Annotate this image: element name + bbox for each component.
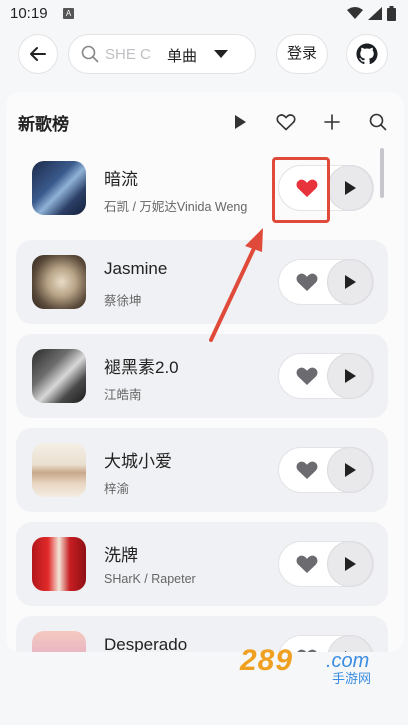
- status-time: 10:19: [10, 5, 48, 22]
- chart-actions: [228, 110, 390, 134]
- song-controls: [278, 353, 374, 399]
- play-icon: [345, 181, 356, 195]
- play-icon: [345, 275, 356, 289]
- search-chart-button[interactable]: [366, 110, 390, 134]
- top-bar: SHE C 单曲 登录: [0, 34, 408, 74]
- highlight-annotation: [272, 157, 330, 223]
- play-button[interactable]: [327, 541, 373, 587]
- album-cover: [32, 537, 86, 591]
- album-cover: [32, 349, 86, 403]
- song-item[interactable]: 洗牌 SHarK / Rapeter: [16, 522, 388, 606]
- arrow-left-icon: [30, 47, 46, 61]
- song-title: 褪黑素2.0: [104, 358, 179, 377]
- notification-badge: A: [63, 8, 74, 19]
- battery-icon: [387, 6, 396, 21]
- search-bar[interactable]: SHE C 单曲: [68, 34, 256, 74]
- wifi-icon: [347, 7, 363, 19]
- album-cover: [32, 443, 86, 497]
- search-type-select[interactable]: 单曲: [167, 45, 197, 66]
- play-button[interactable]: [327, 259, 373, 305]
- play-button[interactable]: [327, 165, 373, 211]
- play-all-button[interactable]: [228, 110, 252, 134]
- song-artist: 江皓南: [104, 388, 142, 402]
- song-controls: [278, 541, 374, 587]
- album-cover: [32, 255, 86, 309]
- github-icon: [356, 43, 378, 65]
- add-button[interactable]: [320, 110, 344, 134]
- heart-icon[interactable]: [295, 271, 319, 293]
- album-cover: [32, 161, 86, 215]
- song-artist: SHarK / Rapeter: [104, 572, 196, 586]
- song-title: 暗流: [104, 170, 138, 189]
- play-icon: [345, 557, 356, 571]
- heart-icon[interactable]: [295, 365, 319, 387]
- song-item[interactable]: Jasmine 蔡徐坤: [16, 240, 388, 324]
- song-title: Jasmine: [104, 259, 168, 278]
- signal-icon: [368, 7, 382, 20]
- heart-icon[interactable]: [295, 459, 319, 481]
- song-controls: [278, 447, 374, 493]
- album-cover: [32, 631, 86, 652]
- play-icon: [345, 463, 356, 477]
- chevron-down-icon[interactable]: [213, 48, 229, 60]
- search-icon: [81, 45, 99, 63]
- song-title: 洗牌: [104, 546, 138, 565]
- scrollbar[interactable]: [380, 148, 384, 198]
- watermark-number: 289: [240, 644, 294, 677]
- song-item[interactable]: 暗流 石凯 / 万妮达Vinida Weng: [16, 146, 388, 230]
- favorite-all-button[interactable]: [274, 110, 298, 134]
- song-item[interactable]: 大城小爱 梓渝: [16, 428, 388, 512]
- search-icon: [369, 113, 387, 131]
- watermark-logo: 289 .com 手游网: [240, 644, 390, 686]
- song-title: Desperado: [104, 635, 188, 652]
- heart-outline-icon: [276, 114, 296, 131]
- play-button[interactable]: [327, 353, 373, 399]
- plus-icon: [324, 114, 340, 130]
- song-item[interactable]: 褪黑素2.0 江皓南: [16, 334, 388, 418]
- chart-panel: 新歌榜 暗流 石凯 / 万妮达Vinida Weng Jasmine 蔡徐坤 褪…: [6, 92, 404, 652]
- song-artist: 梓渝: [104, 482, 130, 496]
- song-artist: 石凯 / 万妮达Vinida Weng: [104, 200, 248, 214]
- back-button[interactable]: [18, 34, 58, 74]
- heart-icon[interactable]: [295, 553, 319, 575]
- play-icon: [345, 369, 356, 383]
- search-input[interactable]: SHE C: [105, 46, 151, 63]
- play-button[interactable]: [327, 447, 373, 493]
- chart-title: 新歌榜: [18, 115, 69, 134]
- play-icon: [235, 115, 246, 129]
- status-icons: [347, 6, 396, 21]
- github-button[interactable]: [346, 34, 388, 74]
- song-title: 大城小爱: [104, 452, 172, 471]
- watermark-text: 手游网: [332, 671, 372, 686]
- status-bar: 10:19 A: [0, 0, 408, 28]
- song-artist: 蔡徐坤: [104, 294, 142, 308]
- login-button[interactable]: 登录: [276, 34, 328, 74]
- song-controls: [278, 259, 374, 305]
